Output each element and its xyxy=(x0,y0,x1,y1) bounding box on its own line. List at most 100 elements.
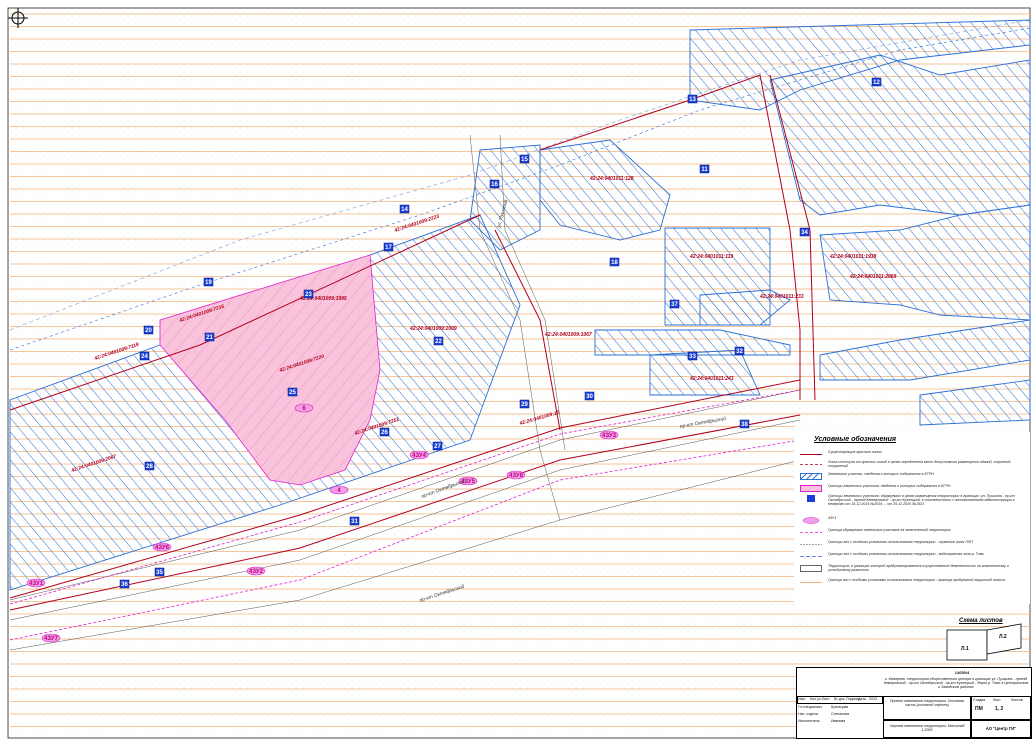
zone-number: 17 xyxy=(385,245,392,251)
legend-symbol-icon xyxy=(800,529,822,536)
legend-symbol-icon xyxy=(800,461,822,468)
formed-parcel-label: 4ЗУ1 xyxy=(29,581,44,587)
stamp-stage-head: Стадия xyxy=(973,698,986,702)
parcel-cadastral-label: 42:24:0401011:2069 xyxy=(849,274,897,280)
zone-number: 11 xyxy=(701,167,708,173)
legend-text: Границы земельных участков, образуемых в… xyxy=(828,494,1016,506)
legend-text: Граница образуемых земельных участков на… xyxy=(828,528,951,532)
zone-number: 16 xyxy=(491,182,498,188)
legend-symbol-icon xyxy=(800,565,822,572)
zone-number: 24 xyxy=(141,354,148,360)
legend-item: Граница образуемых земельных участков на… xyxy=(800,528,1026,540)
formed-parcel-label: 4ЗУ2 xyxy=(249,569,264,575)
title-block: 14650/4 г. Кемерово, территория обществе… xyxy=(796,667,1032,739)
legend-text: Граница зон с особыми условиями использо… xyxy=(828,578,1006,582)
zone-number: 32 xyxy=(736,349,743,355)
legend-symbol-icon xyxy=(800,451,822,458)
role-1: Гл.специалист xyxy=(798,705,823,709)
legend-text: Границы зон с особыми условиями использо… xyxy=(828,552,985,556)
zone-number: 15 xyxy=(521,157,528,163)
zone-number: 27 xyxy=(434,444,441,450)
parcel-cadastral-label: 42:24:0401011:243 xyxy=(689,376,734,382)
parcel-cadastral-label: 42:24:0401011:233 xyxy=(759,294,804,300)
stamp-header-col: Кол.уч. xyxy=(810,697,822,701)
legend-item: Граница зон с особыми условиями использо… xyxy=(800,578,1026,590)
legend-item: Земельные участки, сведения о которых со… xyxy=(799,472,1026,484)
zone-number: 20 xyxy=(145,328,152,334)
zone-number: 22 xyxy=(435,339,442,345)
name-3: Иванова xyxy=(831,719,846,723)
stamp-sheet: 1, 2 xyxy=(995,706,1004,712)
zone-number: 19 xyxy=(205,280,212,286)
stamp-address: г. Кемерово, территория общественного це… xyxy=(883,677,1029,689)
legend-title: Условные обозначения xyxy=(814,436,897,443)
legend-text: Границы зон с особыми условиями использо… xyxy=(828,540,973,544)
zone-number: 23 xyxy=(305,292,312,298)
stamp-header-col: Изм. xyxy=(798,697,806,701)
legend-text: 4ЗУ1 xyxy=(828,516,837,520)
legend: Условные обозначения Существующие красны… xyxy=(794,432,1030,604)
stamp-org: АО "Центр ГИ" xyxy=(985,726,1017,731)
stamp-sheets-head: Листов xyxy=(1011,698,1023,702)
cadastral-map: 42:24:0401009:222342:24:0401009:711942:2… xyxy=(7,7,1031,739)
role-3: Исполнитель xyxy=(798,719,820,723)
legend-text: Линии отступа от красных линий в целях о… xyxy=(828,460,1012,468)
legend-item: Границы земельных участков, образуемых в… xyxy=(800,494,1026,506)
zone-number: 25 xyxy=(289,390,296,396)
legend-symbol-icon xyxy=(800,553,822,560)
parcel-cadastral-label: 42:24:0401009:1067 xyxy=(544,332,592,338)
stamp-roles: Гл.специалист Нач. отдела Исполнитель Ку… xyxy=(797,705,883,737)
formed-parcel-label: 4ЗУ6 xyxy=(155,545,170,551)
zone-number: 21 xyxy=(206,335,213,341)
stamp-header-col: Лист xyxy=(822,697,830,701)
parcel-cadastral-label: 42:24:0401009:2009 xyxy=(409,326,457,332)
legend-item: 4ЗУ1 xyxy=(800,516,1026,528)
stamp-code: 14650/4 xyxy=(954,670,970,675)
sheet-scheme-graphic xyxy=(946,623,1022,661)
formed-parcel-label: 4ЗУ4 xyxy=(412,453,427,459)
legend-symbol-icon xyxy=(800,579,822,586)
legend-text: Границы земельных участков, сведения о к… xyxy=(828,484,951,488)
zone-number: 29 xyxy=(521,402,528,408)
sheet-scheme: Схема листов Л.1 Л.2 xyxy=(945,618,1025,664)
legend-item: Линии отступа от красных линий в целях о… xyxy=(800,460,1026,472)
zone-number: 37 xyxy=(671,302,678,308)
legend-text: Земельные участки, сведения о которых со… xyxy=(828,472,934,476)
zone-number: 35 xyxy=(156,570,163,576)
stamp-header-col: № док. xyxy=(834,697,846,701)
legend-item: Границы зон с особыми условиями использо… xyxy=(800,552,1026,564)
stamp-header-col: Дата xyxy=(858,697,866,701)
zone-number: 38 xyxy=(741,422,748,428)
parcel-cadastral-label: 42:24:0401011:119 xyxy=(689,254,733,260)
name-1: Кузнецова xyxy=(831,705,849,709)
zone-number: 36 xyxy=(121,582,128,588)
zone-number: 33 xyxy=(689,354,696,360)
zone-number: 34 xyxy=(801,230,808,236)
legend-symbol-icon xyxy=(799,472,822,481)
parcel-cadastral-label: 42:24:0401011:128 xyxy=(589,176,634,182)
zone-number: 30 xyxy=(586,394,593,400)
stamp-project: Проект межевания территории. Основная ча… xyxy=(889,699,965,707)
name-2: Степанова xyxy=(831,712,849,716)
sheet-b-label: Л.2 xyxy=(999,634,1007,640)
legend-text: Существующие красные линии xyxy=(828,450,882,454)
formed-parcel-label: 4ЗУ3 xyxy=(602,433,617,439)
stamp-drawing: Чертеж межевания территории. Масштаб 1:2… xyxy=(889,724,965,732)
legend-symbol-icon xyxy=(800,495,822,502)
stamp-stage: ПМ xyxy=(975,706,983,712)
zone-number: 13 xyxy=(689,97,696,103)
legend-symbol-icon xyxy=(800,485,822,492)
legend-symbol-icon xyxy=(800,517,822,524)
formed-parcel-label: 4ЗУ7 xyxy=(44,636,59,642)
sheet-a-label: Л.1 xyxy=(961,646,969,652)
formed-parcel-label: 4ЗУ8 xyxy=(509,473,524,479)
stamp-year: 2023 xyxy=(869,697,877,701)
zone-number: 28 xyxy=(146,464,153,470)
role-2: Нач. отдела xyxy=(798,712,818,716)
stamp-sheet-head: Лист xyxy=(993,698,1001,702)
legend-symbol-icon xyxy=(800,541,822,548)
legend-text: Территория, в границах которой предусмат… xyxy=(828,564,1009,572)
zone-number: 12 xyxy=(873,80,880,86)
legend-item: Границы зон с особыми условиями использо… xyxy=(800,540,1026,552)
legend-item: Территория, в границах которой предусмат… xyxy=(800,564,1026,576)
